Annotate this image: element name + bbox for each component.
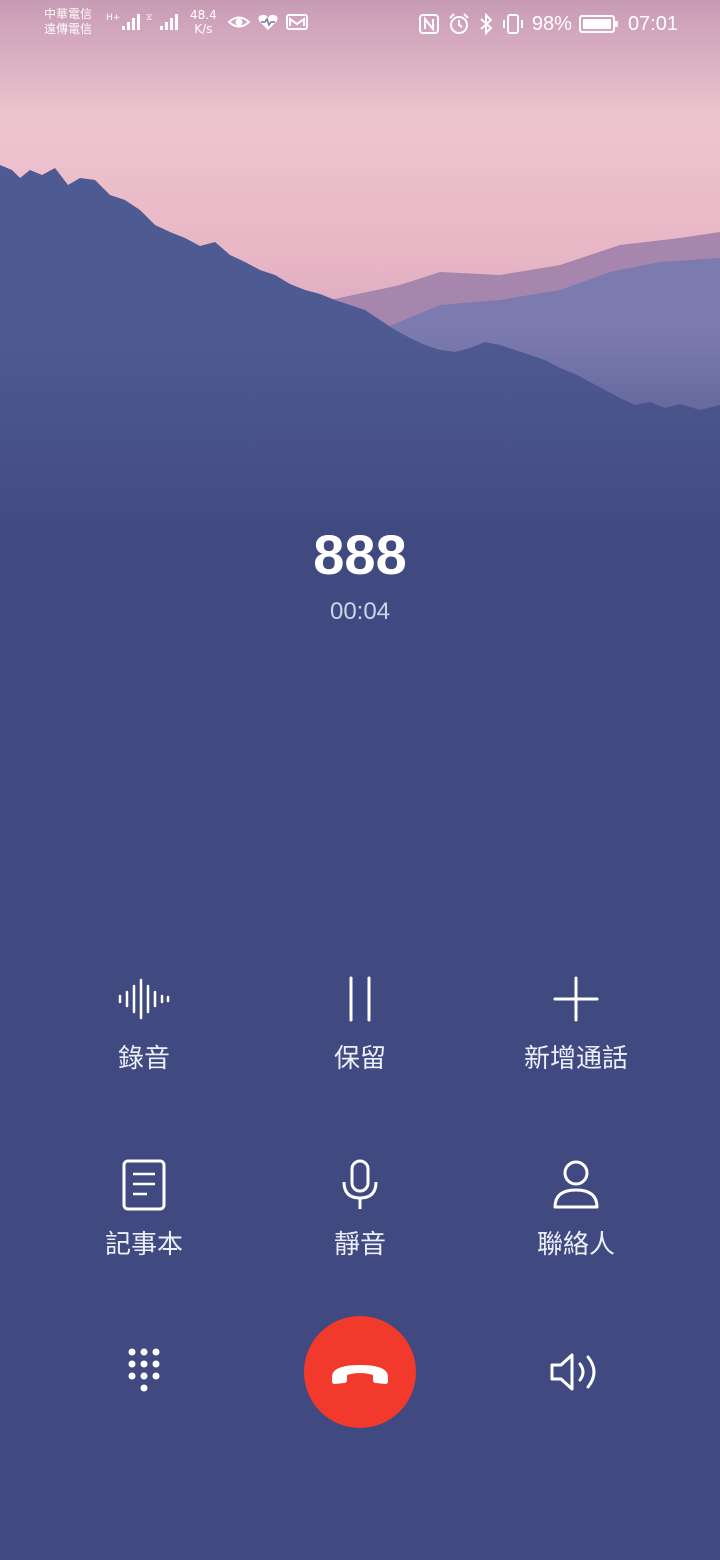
- add-call-label: 新增通話: [523, 1044, 628, 1074]
- alarm-icon: [449, 13, 469, 34]
- dialpad-icon: [128, 1348, 160, 1392]
- notepad-icon: [122, 1159, 166, 1211]
- record-waveform-icon: [118, 978, 170, 1020]
- speaker-icon: [550, 1353, 596, 1391]
- battery-percent: 98%: [531, 12, 572, 35]
- pause-icon: [349, 976, 371, 1022]
- svg-text:⧖: ⧖: [146, 13, 152, 23]
- status-right: 98% 07:01: [418, 10, 678, 38]
- status-bar: 中華電信 遠傳電信 H+ ⧖ 48.4 K/s 98% 07:01: [0, 0, 720, 50]
- contacts-label: 聯絡人: [536, 1230, 615, 1260]
- record-label: 錄音: [117, 1044, 170, 1074]
- heart-icon: [258, 14, 278, 30]
- microphone-icon: [342, 1159, 378, 1209]
- add-call-button[interactable]: 新增通話: [476, 972, 676, 1075]
- end-call-button[interactable]: [304, 1316, 416, 1428]
- clock: 07:01: [627, 12, 678, 35]
- signal-icon: H+: [106, 13, 140, 30]
- signal-icon-2: ⧖: [146, 13, 178, 30]
- speed-unit: K/s: [194, 22, 213, 36]
- dialpad-button[interactable]: [114, 1342, 174, 1402]
- nfc-icon: [418, 14, 439, 34]
- carrier-1: 中華電信: [44, 7, 93, 21]
- vibrate-icon: [502, 14, 523, 34]
- hold-button[interactable]: 保留: [260, 972, 460, 1075]
- battery-icon: [578, 15, 618, 33]
- record-button[interactable]: 錄音: [44, 972, 244, 1075]
- mail-icon: [286, 14, 308, 30]
- svg-text:H+: H+: [106, 13, 120, 23]
- contacts-button[interactable]: 聯絡人: [476, 1158, 676, 1261]
- end-call-icon: [332, 1365, 388, 1384]
- notepad-label: 記事本: [104, 1230, 183, 1260]
- call-duration: 00:04: [329, 598, 391, 625]
- speed-value: 48.4: [190, 8, 217, 22]
- carrier-labels: 中華電信 遠傳電信: [44, 7, 92, 37]
- mute-label: 靜音: [333, 1230, 386, 1260]
- speaker-button[interactable]: [546, 1342, 606, 1402]
- network-speed: 48.4 K/s: [190, 8, 217, 36]
- carrier-2: 遠傳電信: [44, 22, 93, 36]
- contact-icon: [553, 1160, 599, 1209]
- mute-button[interactable]: 靜音: [260, 1158, 460, 1261]
- plus-icon: [553, 976, 599, 1022]
- eye-icon: [227, 16, 251, 28]
- notepad-button[interactable]: 記事本: [44, 1158, 244, 1261]
- caller-number: 888: [313, 523, 407, 586]
- bluetooth-icon: [480, 12, 493, 36]
- hold-label: 保留: [333, 1044, 386, 1074]
